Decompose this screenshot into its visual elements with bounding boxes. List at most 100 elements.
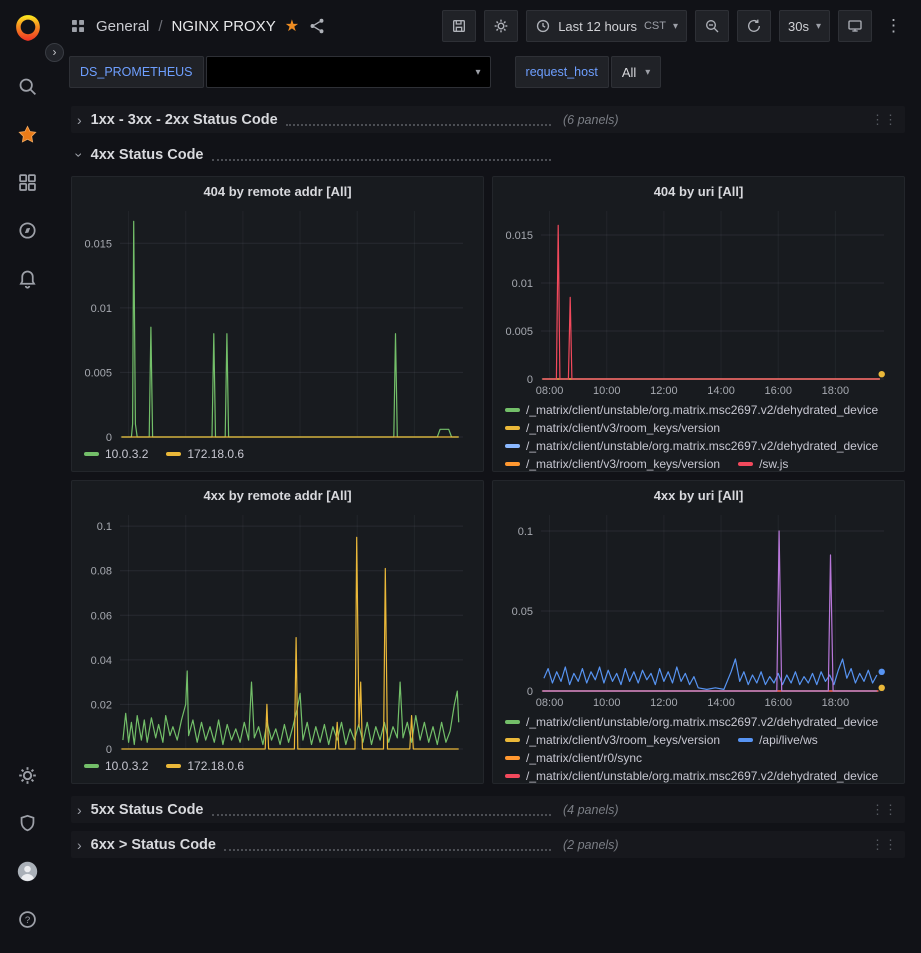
legend-item[interactable]: /_matrix/client/v3/room_keys/version: [505, 421, 720, 435]
legend-item[interactable]: /_matrix/client/v3/room_keys/version: [505, 457, 720, 471]
panel-title[interactable]: 4xx by remote addr [All]: [72, 481, 483, 505]
datasource-variable-label[interactable]: DS_PROMETHEUS: [69, 56, 204, 88]
svg-text:0.005: 0.005: [84, 367, 112, 379]
legend-item[interactable]: 10.0.3.2: [84, 447, 148, 461]
dashboard-row-6xx[interactable]: › 6xx > Status Code (2 panels) ⋮⋮: [71, 831, 905, 858]
timeseries-plot[interactable]: 08:0010:0012:0014:0016:0018:0000.020.040…: [74, 507, 479, 755]
dashboard-title[interactable]: NGINX PROXY: [172, 18, 276, 35]
svg-text:0: 0: [527, 686, 533, 698]
sidebar-expand-button[interactable]: ›: [45, 43, 64, 62]
panel-4xx-by-remote-addr: 4xx by remote addr [All] 08:0010:0012:00…: [71, 480, 484, 784]
panel-title[interactable]: 404 by remote addr [All]: [72, 177, 483, 201]
timeseries-plot[interactable]: 08:0010:0012:0014:0016:0018:0000.0050.01…: [495, 203, 900, 399]
legend-label: /api/live/ws: [759, 733, 818, 747]
svg-text:10:00: 10:00: [593, 697, 621, 709]
time-range-picker[interactable]: Last 12 hours CST ▾: [526, 10, 687, 42]
tv-mode-button[interactable]: [838, 10, 872, 42]
legend-item[interactable]: 172.18.0.6: [166, 447, 244, 461]
row-title: 4xx Status Code: [91, 147, 204, 163]
save-dashboard-button[interactable]: [442, 10, 476, 42]
legend-label: /_matrix/client/unstable/org.matrix.msc2…: [526, 769, 878, 783]
legend-item[interactable]: /api/live/ws: [738, 733, 818, 747]
request-host-select[interactable]: All ▾: [611, 56, 661, 88]
legend-swatch: [738, 738, 753, 742]
timeseries-plot[interactable]: 08:0010:0012:0014:0016:0018:0000.0050.01…: [74, 203, 479, 443]
legend-item[interactable]: /sw.js: [738, 457, 788, 471]
panel-4xx-by-uri: 4xx by uri [All] 08:0010:0012:0014:0016:…: [492, 480, 905, 784]
sidebar-item-search[interactable]: [8, 66, 48, 106]
legend-item[interactable]: /_matrix/client/r0/sync: [505, 751, 642, 765]
legend-swatch: [84, 764, 99, 768]
panel-legend: 10.0.3.2 172.18.0.6: [72, 443, 483, 471]
chevron-right-icon: ›: [77, 802, 82, 818]
breadcrumb: General / NGINX PROXY ★: [69, 16, 434, 36]
share-icon: [308, 17, 326, 35]
dot-leader: [212, 804, 552, 816]
panel-title[interactable]: 404 by uri [All]: [493, 177, 904, 201]
sidebar-item-dashboards[interactable]: [8, 162, 48, 202]
panel-404-by-remote-addr: 404 by remote addr [All] 08:0010:0012:00…: [71, 176, 484, 472]
row-title-group: › 5xx Status Code: [77, 802, 555, 818]
legend-swatch: [505, 426, 520, 430]
save-icon: [451, 18, 467, 34]
legend-item[interactable]: /_matrix/client/unstable/org.matrix.msc2…: [505, 769, 878, 783]
sidebar-item-alerting[interactable]: [8, 258, 48, 298]
dashboard-row-5xx[interactable]: › 5xx Status Code (4 panels) ⋮⋮: [71, 796, 905, 823]
svg-text:08:00: 08:00: [536, 697, 564, 709]
request-host-variable-label[interactable]: request_host: [515, 56, 609, 88]
svg-text:0.015: 0.015: [505, 230, 533, 242]
dashboard-settings-button[interactable]: [484, 10, 518, 42]
sidebar-item-profile[interactable]: [8, 851, 48, 891]
legend-item[interactable]: 10.0.3.2: [84, 759, 148, 773]
share-dashboard-button[interactable]: [308, 17, 326, 35]
svg-text:0.02: 0.02: [91, 699, 112, 711]
monitor-icon: [847, 18, 863, 34]
row-title-group: › 4xx Status Code: [77, 147, 555, 163]
sidebar: ?: [0, 0, 55, 953]
svg-text:18:00: 18:00: [822, 697, 850, 709]
svg-text:08:00: 08:00: [536, 385, 564, 397]
grafana-logo[interactable]: [14, 14, 42, 42]
main-area: General / NGINX PROXY ★: [55, 0, 921, 858]
legend-swatch: [505, 444, 520, 448]
legend-swatch: [505, 738, 520, 742]
sidebar-item-starred[interactable]: [8, 114, 48, 154]
timeseries-plot[interactable]: 08:0010:0012:0014:0016:0018:0000.050.1: [495, 507, 900, 711]
sidebar-item-settings[interactable]: [8, 755, 48, 795]
star-icon: [17, 124, 38, 145]
sidebar-item-server-admin[interactable]: [8, 803, 48, 843]
sidebar-item-explore[interactable]: [8, 210, 48, 250]
svg-text:0.01: 0.01: [512, 278, 533, 290]
datasource-select[interactable]: ▾: [206, 56, 491, 88]
row-drag-handle[interactable]: ⋮⋮: [871, 837, 897, 853]
sidebar-item-help[interactable]: ?: [8, 899, 48, 939]
legend-item[interactable]: /_matrix/client/unstable/org.matrix.msc2…: [505, 439, 878, 453]
legend-item[interactable]: /_matrix/client/unstable/org.matrix.msc2…: [505, 403, 878, 417]
row-drag-handle[interactable]: ⋮⋮: [871, 802, 897, 818]
svg-text:0.01: 0.01: [91, 303, 112, 315]
svg-text:0: 0: [106, 744, 112, 755]
panel-title[interactable]: 4xx by uri [All]: [493, 481, 904, 505]
svg-text:0.1: 0.1: [97, 521, 112, 533]
refresh-interval-select[interactable]: 30s ▾: [779, 10, 830, 42]
panel-chart-area: 08:0010:0012:0014:0016:0018:0000.020.040…: [72, 505, 483, 755]
svg-text:14:00: 14:00: [707, 697, 735, 709]
caret-down-icon: ▾: [816, 21, 821, 32]
legend-item[interactable]: /_matrix/client/unstable/org.matrix.msc2…: [505, 715, 878, 729]
zoom-out-button[interactable]: [695, 10, 729, 42]
dashboard-row-1xx-3xx-2xx[interactable]: › 1xx - 3xx - 2xx Status Code (6 panels)…: [71, 106, 905, 133]
breadcrumb-section[interactable]: General: [96, 18, 149, 35]
dashboard-row-4xx[interactable]: › 4xx Status Code: [71, 141, 905, 168]
svg-text:0: 0: [106, 432, 112, 443]
legend-item[interactable]: 172.18.0.6: [166, 759, 244, 773]
zoom-out-icon: [704, 18, 720, 34]
row-drag-handle[interactable]: ⋮⋮: [871, 112, 897, 128]
apps-grid-icon: [69, 17, 87, 35]
favorite-star-icon[interactable]: ★: [285, 16, 299, 36]
legend-item[interactable]: /_matrix/client/v3/room_keys/version: [505, 733, 720, 747]
panel-404-by-uri: 404 by uri [All] 08:0010:0012:0014:0016:…: [492, 176, 905, 472]
refresh-button[interactable]: [737, 10, 771, 42]
breadcrumb-separator: /: [158, 18, 162, 35]
time-range-label: Last 12 hours: [558, 19, 637, 34]
more-options-button[interactable]: ⋮: [880, 16, 907, 36]
